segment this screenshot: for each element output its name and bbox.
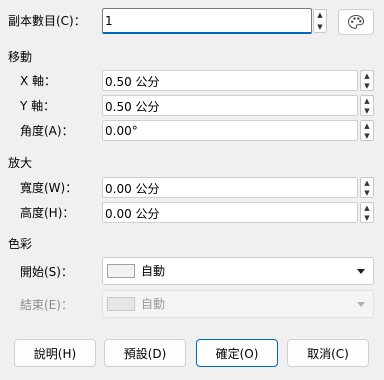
end-color-swatch: [107, 297, 135, 311]
color-section-title: 色彩: [8, 237, 33, 251]
spin-up-icon[interactable]: ▲: [361, 204, 373, 212]
help-button[interactable]: 說明(H): [14, 339, 96, 367]
spin-down-icon[interactable]: ▼: [361, 189, 373, 197]
x-axis-label: X 軸：: [20, 74, 57, 88]
spin-up-icon[interactable]: ▲: [361, 72, 373, 80]
copies-input[interactable]: [105, 13, 305, 29]
angle-stepper[interactable]: ▲ ▼: [360, 120, 374, 141]
palette-button[interactable]: [338, 9, 374, 35]
spin-down-icon[interactable]: ▼: [361, 132, 373, 140]
width-input[interactable]: [105, 180, 353, 196]
palette-icon: [347, 14, 365, 29]
chevron-down-icon: [357, 269, 365, 274]
height-field[interactable]: [102, 202, 358, 223]
end-color-value: 自動: [141, 297, 166, 311]
chevron-down-icon: [357, 302, 365, 307]
start-color-swatch: [107, 264, 135, 278]
copies-field[interactable]: [102, 8, 312, 34]
enlarge-section-title: 放大: [8, 156, 33, 170]
y-axis-label: Y 軸：: [20, 99, 56, 113]
angle-input[interactable]: [105, 123, 353, 139]
y-axis-stepper[interactable]: ▲ ▼: [360, 95, 374, 116]
angle-field[interactable]: [102, 120, 358, 141]
spin-up-icon[interactable]: ▲: [361, 122, 373, 130]
x-axis-field[interactable]: [102, 70, 358, 91]
height-stepper[interactable]: ▲ ▼: [360, 202, 374, 223]
height-input[interactable]: [105, 205, 353, 221]
ok-button[interactable]: 確定(O): [196, 339, 278, 367]
cancel-button[interactable]: 取消(C): [287, 339, 369, 367]
x-axis-stepper[interactable]: ▲ ▼: [360, 70, 374, 91]
start-color-label: 開始(S)：: [20, 265, 73, 279]
spin-down-icon[interactable]: ▼: [361, 82, 373, 90]
end-color-dropdown: 自動: [102, 290, 374, 318]
spin-down-icon[interactable]: ▼: [314, 23, 326, 31]
spin-down-icon[interactable]: ▼: [361, 107, 373, 115]
width-field[interactable]: [102, 177, 358, 198]
start-color-value: 自動: [141, 264, 166, 278]
spin-up-icon[interactable]: ▲: [361, 97, 373, 105]
angle-label: 角度(A)：: [20, 124, 74, 138]
copies-stepper[interactable]: ▲ ▼: [313, 9, 327, 33]
copies-label: 副本數目(C)：: [8, 14, 86, 28]
height-label: 高度(H)：: [20, 206, 75, 220]
start-color-dropdown[interactable]: 自動: [102, 257, 374, 285]
spin-up-icon[interactable]: ▲: [314, 11, 326, 19]
width-label: 寬度(W)：: [20, 181, 78, 195]
spin-up-icon[interactable]: ▲: [361, 179, 373, 187]
y-axis-field[interactable]: [102, 95, 358, 116]
spin-down-icon[interactable]: ▼: [361, 214, 373, 222]
end-color-label: 結束(E)：: [20, 298, 73, 312]
move-section-title: 移動: [8, 50, 33, 64]
width-stepper[interactable]: ▲ ▼: [360, 177, 374, 198]
defaults-button[interactable]: 預設(D): [104, 339, 186, 367]
y-axis-input[interactable]: [105, 98, 353, 114]
x-axis-input[interactable]: [105, 73, 353, 89]
